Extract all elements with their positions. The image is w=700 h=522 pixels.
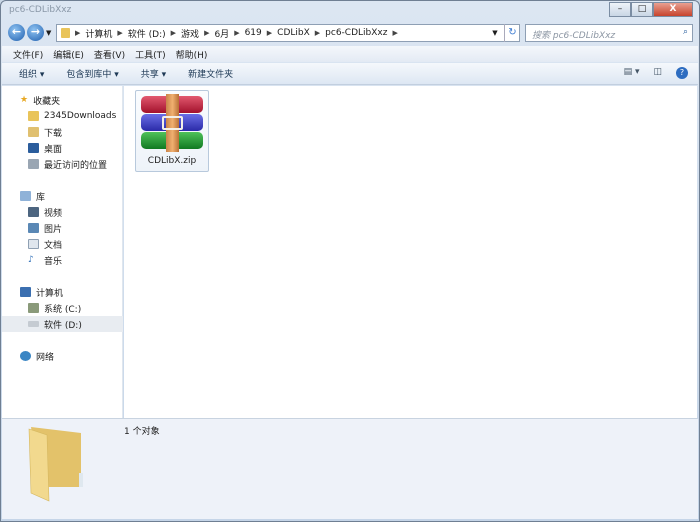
sidebar-network[interactable]: 网络 [2,348,123,364]
chevron-right-icon: ▶ [117,29,123,37]
sidebar-item-label: 计算机 [36,288,64,299]
music-icon: ♪ [28,255,34,265]
refresh-button[interactable]: ↻ [504,24,520,42]
star-icon: ★ [20,95,29,105]
documents-icon [28,239,39,249]
include-in-library-button[interactable]: 包含到库中 ▾ [66,67,118,80]
preview-pane-icon[interactable]: ◫ [653,67,662,79]
navigation-pane: ★ 收藏夹 2345Downloads 下载 桌面 最近访问的位置 库 视频 图片… [2,86,123,418]
command-bar: 组织 ▾ 包含到库中 ▾ 共享 ▾ 新建文件夹 ▤ ▾ ◫ ? [2,63,698,85]
new-folder-button[interactable]: 新建文件夹 [188,67,233,80]
chevron-right-icon: ▶ [204,29,210,37]
search-icon[interactable]: ⌕ [683,27,688,37]
sidebar-item-label: 音乐 [44,256,63,267]
sidebar-libraries[interactable]: 库 [2,188,123,204]
downloads-icon [28,127,39,137]
search-input[interactable]: 搜索 pc6-CDLibXxz ⌕ [525,24,693,42]
chevron-right-icon: ▶ [234,29,240,37]
sidebar-item-label: 收藏夹 [33,96,61,107]
file-list: CDLibX.zip [124,86,697,418]
zip-archive-icon [141,94,203,152]
desktop-icon [28,143,39,153]
chevron-right-icon: ▶ [392,29,398,37]
sidebar-item-label: 最近访问的位置 [44,160,108,171]
menu-view[interactable]: 查看(V) [94,48,125,61]
search-placeholder: 搜索 pc6-CDLibXxz [532,31,616,41]
sidebar-item-label: 下载 [44,128,63,139]
sidebar-item-label: 2345Downloads [44,111,117,121]
menu-tools[interactable]: 工具(T) [135,48,166,61]
sidebar-item-music[interactable]: ♪ 音乐 [2,252,123,268]
organize-button[interactable]: 组织 ▾ [19,67,44,80]
drive-icon [28,321,39,327]
view-options-icon[interactable]: ▤ ▾ [624,67,640,79]
pictures-icon [28,223,39,233]
menu-file[interactable]: 文件(F) [13,48,43,61]
menu-edit[interactable]: 编辑(E) [53,48,84,61]
details-pane: 1 个对象 [2,418,698,519]
sidebar-computer[interactable]: 计算机 [2,284,123,300]
video-icon [28,207,39,217]
network-icon [20,351,31,361]
sidebar-item-label: 文档 [44,240,63,251]
close-button[interactable]: X [653,2,693,17]
breadcrumb[interactable]: 6月 [214,27,229,40]
breadcrumb[interactable]: 游戏 [181,27,199,40]
sidebar-item-label: 图片 [44,224,63,235]
sidebar-item-label: 系统 (C:) [44,304,82,315]
explorer-window: pc6-CDLibXxz – □ X ← → ▼ ▶ 计算机 ▶ 软件 (D:) ▶… [0,0,700,522]
address-dropdown[interactable]: ▼ [489,29,501,37]
address-bar[interactable]: ▶ 计算机 ▶ 软件 (D:) ▶ 游戏 ▶ 6月 ▶ 619 ▶ CDLibX ▶ pc6… [56,24,520,42]
sidebar-item-recent[interactable]: 最近访问的位置 [2,156,123,172]
sidebar-item-videos[interactable]: 视频 [2,204,123,220]
breadcrumb[interactable]: 软件 (D:) [128,27,166,40]
breadcrumb[interactable]: CDLibX [277,28,310,38]
file-item[interactable]: CDLibX.zip [135,90,209,172]
sidebar-favorites[interactable]: ★ 收藏夹 [2,92,123,108]
sidebar-item-label: 桌面 [44,144,63,155]
sidebar-item-2345downloads[interactable]: 2345Downloads [2,108,123,124]
chevron-right-icon: ▶ [314,29,321,37]
breadcrumb[interactable]: pc6-CDLibXxz [325,28,387,38]
sidebar-item-label: 视频 [44,208,63,219]
sidebar-item-drive-c[interactable]: 系统 (C:) [2,300,123,316]
menu-help[interactable]: 帮助(H) [176,48,208,61]
help-icon[interactable]: ? [676,67,688,79]
folder-icon [28,427,83,502]
sidebar-item-label: 软件 (D:) [44,320,82,331]
system-drive-icon [28,303,39,313]
item-count: 1 个对象 [124,427,160,437]
sidebar-item-documents[interactable]: 文档 [2,236,123,252]
breadcrumb[interactable]: 计算机 [85,27,112,40]
breadcrumb[interactable]: 619 [245,28,262,38]
sidebar-item-drive-d[interactable]: 软件 (D:) [2,316,123,332]
back-button[interactable]: ← [8,24,25,41]
recent-places-icon [28,159,39,169]
sidebar-item-desktop[interactable]: 桌面 [2,140,123,156]
chevron-right-icon: ▶ [266,29,273,37]
sidebar-item-pictures[interactable]: 图片 [2,220,123,236]
library-icon [20,191,31,201]
computer-icon [20,287,31,297]
minimize-button[interactable]: – [609,2,631,17]
window-title: pc6-CDLibXxz [9,5,72,15]
chevron-right-icon: ▶ [75,29,81,37]
recent-pages-dropdown[interactable]: ▼ [46,29,51,37]
folder-icon [61,28,70,38]
file-name: CDLibX.zip [147,156,197,166]
chevron-right-icon: ▶ [170,29,177,37]
sidebar-item-label: 库 [36,192,46,203]
menu-bar: 文件(F) 编辑(E) 查看(V) 工具(T) 帮助(H) [2,46,698,62]
forward-button[interactable]: → [27,24,44,41]
folder-icon [28,111,39,121]
maximize-button[interactable]: □ [631,2,653,17]
share-button[interactable]: 共享 ▾ [141,67,166,80]
sidebar-item-label: 网络 [36,352,55,363]
sidebar-item-downloads[interactable]: 下载 [2,124,123,140]
